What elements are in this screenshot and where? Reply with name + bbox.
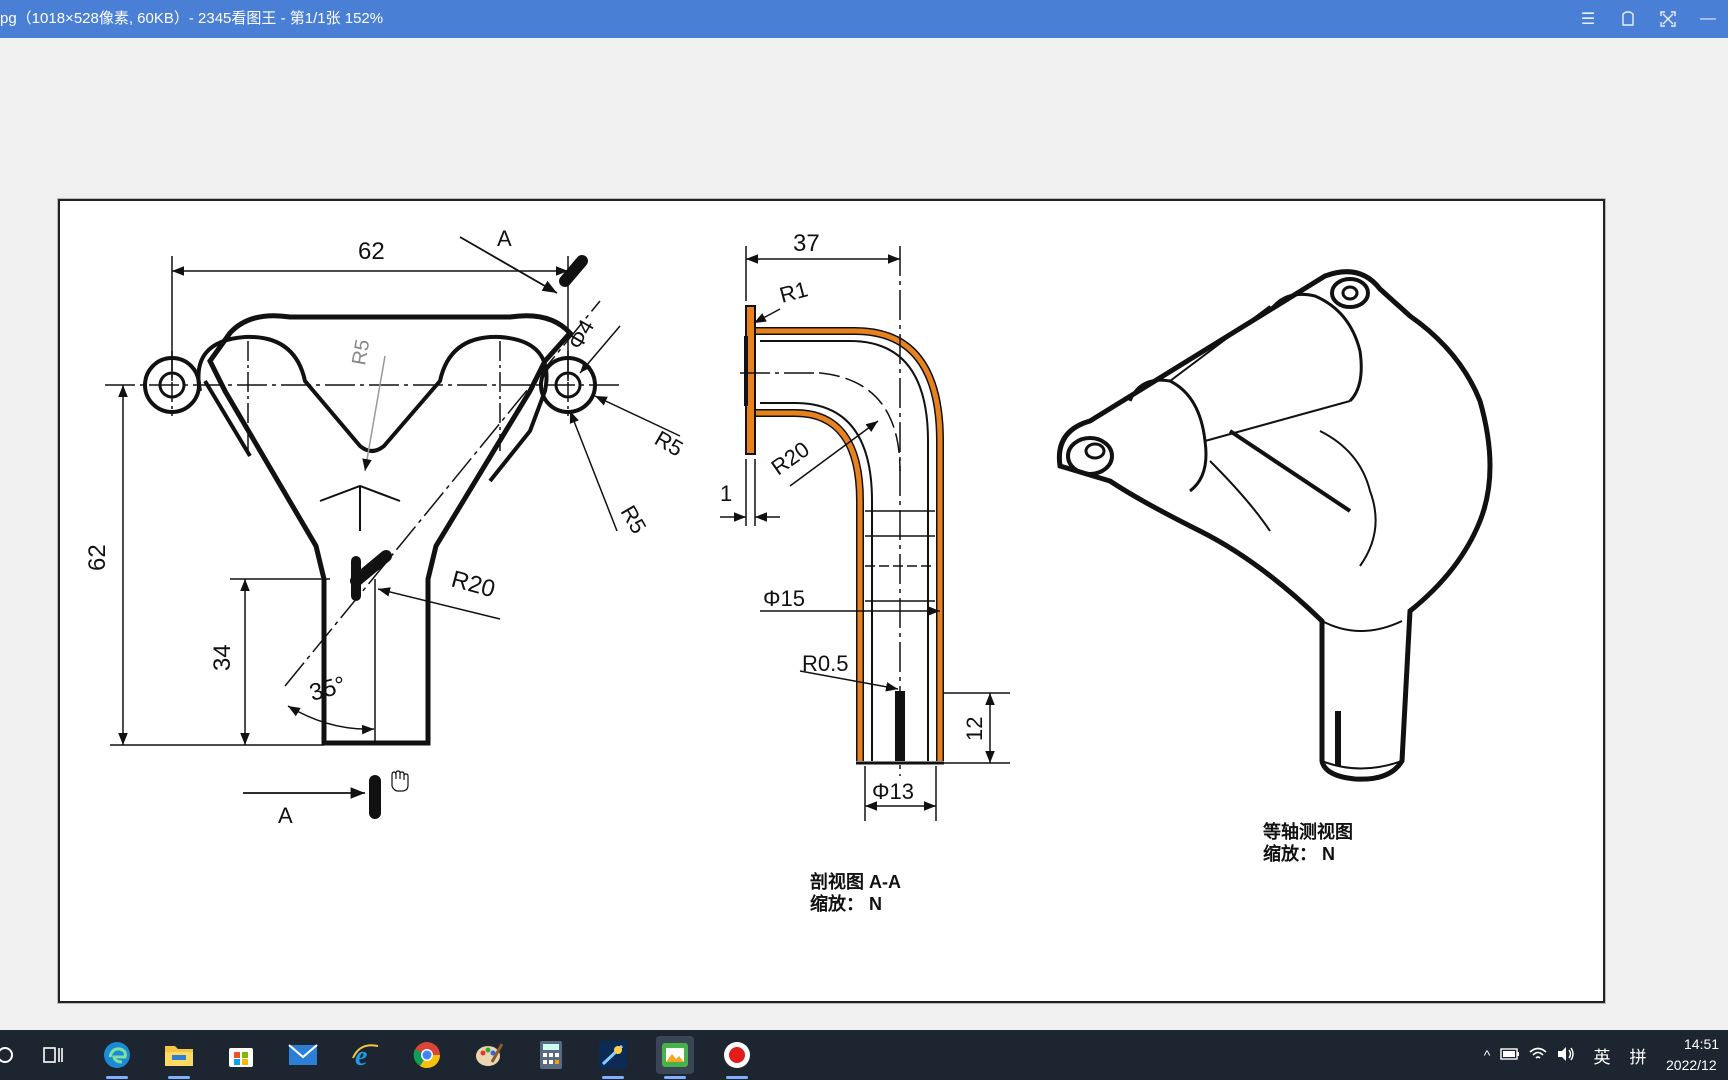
mail-icon[interactable] bbox=[284, 1036, 322, 1074]
clock-date: 2022/12 bbox=[1666, 1057, 1717, 1073]
label-r1: R1 bbox=[777, 276, 811, 307]
section-caption-line1: 剖视图 A-A bbox=[810, 871, 901, 892]
chrome-icon[interactable] bbox=[408, 1036, 446, 1074]
iso-outline bbox=[1056, 269, 1493, 782]
dim-1: 1 bbox=[720, 481, 732, 506]
hand-cursor-icon bbox=[391, 770, 409, 792]
dim-34: 34 bbox=[209, 644, 236, 671]
dim-12: 12 bbox=[962, 717, 987, 741]
section-caption-line2: 缩放： N bbox=[810, 893, 882, 914]
label-r5-right1: R5 bbox=[651, 426, 688, 462]
clock[interactable]: 14:51 2022/12 bbox=[1666, 1034, 1728, 1076]
dim-62-left: 62 bbox=[84, 544, 111, 571]
clock-time: 14:51 bbox=[1684, 1036, 1720, 1052]
iso-caption-line1: 等轴测视图 bbox=[1263, 821, 1353, 842]
start-search-icon[interactable] bbox=[0, 1036, 24, 1074]
record-icon[interactable] bbox=[718, 1036, 756, 1079]
skin-icon[interactable] bbox=[1608, 0, 1648, 38]
label-r20-front: R20 bbox=[448, 566, 498, 603]
paint-icon[interactable] bbox=[470, 1036, 508, 1074]
drawing-sheet: 62 62 34 R5 Φ4 R5 R5 R20 35° A A 37 R1 R… bbox=[58, 199, 1605, 1003]
battery-icon[interactable] bbox=[1500, 1047, 1528, 1063]
image-viewer-canvas[interactable]: 62 62 34 R5 Φ4 R5 R5 R20 35° A A 37 R1 R… bbox=[0, 38, 1728, 1030]
inner-bores bbox=[196, 334, 549, 483]
label-section-a-bottom: A bbox=[278, 803, 293, 828]
file-explorer-icon[interactable] bbox=[160, 1036, 198, 1079]
wifi-icon[interactable] bbox=[1528, 1046, 1556, 1065]
label-phi15: Φ15 bbox=[763, 586, 805, 611]
task-view-icon[interactable] bbox=[34, 1036, 72, 1074]
fullscreen-icon[interactable] bbox=[1648, 0, 1688, 38]
iso-caption-line2: 缩放： N bbox=[1263, 843, 1335, 864]
menu-icon[interactable]: ☰ bbox=[1568, 0, 1608, 38]
label-r5-right2: R5 bbox=[616, 501, 652, 538]
window-title: pg（1018×528像素, 60KB）- 2345看图王 - 第1/1张 15… bbox=[0, 10, 384, 27]
window-controls: ☰ — bbox=[1568, 0, 1728, 38]
engineering-drawing: 62 62 34 R5 Φ4 R5 R5 R20 35° A A 37 R1 R… bbox=[84, 226, 1493, 914]
label-r5-top: R5 bbox=[348, 338, 374, 367]
calculator-icon[interactable] bbox=[532, 1036, 570, 1074]
volume-icon[interactable] bbox=[1556, 1046, 1584, 1065]
ime-mode[interactable]: 拼 bbox=[1620, 1043, 1656, 1068]
ie-icon[interactable]: e bbox=[346, 1036, 384, 1074]
store-icon[interactable] bbox=[222, 1036, 260, 1074]
isometric-view bbox=[1056, 269, 1493, 782]
dim-62-top: 62 bbox=[358, 238, 385, 265]
front-view bbox=[105, 236, 681, 819]
minimize-icon[interactable]: — bbox=[1688, 0, 1728, 38]
label-angle-35: 35° bbox=[307, 671, 349, 706]
media-icon[interactable] bbox=[594, 1036, 632, 1079]
label-section-a-top: A bbox=[497, 226, 512, 251]
flange-outline bbox=[207, 313, 574, 746]
title-bar: pg（1018×528像素, 60KB）- 2345看图王 - 第1/1张 15… bbox=[0, 0, 1728, 38]
image-viewer-icon[interactable] bbox=[656, 1036, 694, 1079]
taskbar: e ^ 英 拼 14:51 2022/12 bbox=[0, 1030, 1728, 1080]
dim-phi13: Φ13 bbox=[872, 779, 914, 804]
label-r0-5: R0.5 bbox=[802, 651, 848, 676]
system-tray: ^ 英 拼 bbox=[1474, 1030, 1656, 1080]
tray-overflow-icon[interactable]: ^ bbox=[1474, 1047, 1500, 1063]
edge-icon[interactable] bbox=[98, 1036, 136, 1079]
iso-view-labels: 等轴测视图 缩放： N bbox=[1263, 821, 1353, 864]
ime-language[interactable]: 英 bbox=[1584, 1043, 1620, 1068]
dim-37: 37 bbox=[793, 230, 820, 257]
